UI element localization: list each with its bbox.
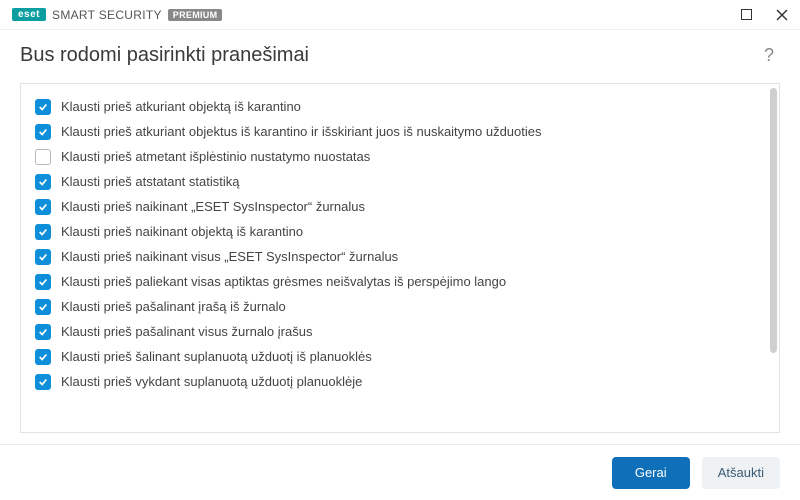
- checkbox[interactable]: [35, 174, 51, 190]
- list-item-label: Klausti prieš paliekant visas aptiktas g…: [61, 274, 506, 289]
- brand-main: SMART SECURITY: [52, 8, 162, 22]
- checkbox[interactable]: [35, 274, 51, 290]
- maximize-button[interactable]: [736, 5, 756, 25]
- checkbox[interactable]: [35, 299, 51, 315]
- checkbox[interactable]: [35, 199, 51, 215]
- list-item: Klausti prieš paliekant visas aptiktas g…: [35, 269, 765, 294]
- ok-button[interactable]: Gerai: [612, 457, 690, 489]
- list-item: Klausti prieš šalinant suplanuotą užduot…: [35, 344, 765, 369]
- list-item: Klausti prieš naikinant objektą iš karan…: [35, 219, 765, 244]
- list: Klausti prieš atkuriant objektą iš karan…: [21, 84, 779, 432]
- list-item-label: Klausti prieš pašalinant įrašą iš žurnal…: [61, 299, 286, 314]
- brand-badge: PREMIUM: [168, 9, 223, 21]
- window-controls: [736, 5, 792, 25]
- checkbox[interactable]: [35, 124, 51, 140]
- list-container: Klausti prieš atkuriant objektą iš karan…: [20, 83, 780, 433]
- list-item: Klausti prieš pašalinant įrašą iš žurnal…: [35, 294, 765, 319]
- help-icon[interactable]: ?: [758, 45, 780, 66]
- list-item: Klausti prieš atmetant išplėstinio nusta…: [35, 144, 765, 169]
- list-item: Klausti prieš atkuriant objektus iš kara…: [35, 119, 765, 144]
- list-item: Klausti prieš atstatant statistiką: [35, 169, 765, 194]
- checkbox[interactable]: [35, 249, 51, 265]
- list-item: Klausti prieš naikinant „ESET SysInspect…: [35, 194, 765, 219]
- footer: Gerai Atšaukti: [0, 444, 800, 500]
- list-item-label: Klausti prieš vykdant suplanuotą užduotį…: [61, 374, 362, 389]
- checkbox[interactable]: [35, 374, 51, 390]
- checkbox[interactable]: [35, 99, 51, 115]
- scrollbar-thumb[interactable]: [770, 88, 777, 353]
- checkbox[interactable]: [35, 224, 51, 240]
- checkbox[interactable]: [35, 324, 51, 340]
- list-item: Klausti prieš pašalinant visus žurnalo į…: [35, 319, 765, 344]
- list-item-label: Klausti prieš atkuriant objektus iš kara…: [61, 124, 542, 139]
- list-item-label: Klausti prieš atkuriant objektą iš karan…: [61, 99, 301, 114]
- checkbox[interactable]: [35, 149, 51, 165]
- list-item-label: Klausti prieš naikinant „ESET SysInspect…: [61, 199, 365, 214]
- list-item-label: Klausti prieš naikinant visus „ESET SysI…: [61, 249, 398, 264]
- list-item-label: Klausti prieš atstatant statistiką: [61, 174, 239, 189]
- titlebar: eset SMART SECURITY PREMIUM: [0, 0, 800, 30]
- list-item: Klausti prieš vykdant suplanuotą užduotį…: [35, 369, 765, 394]
- close-button[interactable]: [772, 5, 792, 25]
- list-item-label: Klausti prieš naikinant objektą iš karan…: [61, 224, 303, 239]
- list-item-label: Klausti prieš šalinant suplanuotą užduot…: [61, 349, 372, 364]
- scrollbar[interactable]: [770, 88, 777, 428]
- checkbox[interactable]: [35, 349, 51, 365]
- list-item-label: Klausti prieš atmetant išplėstinio nusta…: [61, 149, 370, 164]
- list-item-label: Klausti prieš pašalinant visus žurnalo į…: [61, 324, 312, 339]
- header: Bus rodomi pasirinkti pranešimai ?: [0, 30, 800, 77]
- cancel-button[interactable]: Atšaukti: [702, 457, 780, 489]
- page-title: Bus rodomi pasirinkti pranešimai: [20, 44, 309, 67]
- brand-block: eset SMART SECURITY PREMIUM: [12, 8, 222, 22]
- list-item: Klausti prieš naikinant visus „ESET SysI…: [35, 244, 765, 269]
- list-item: Klausti prieš atkuriant objektą iš karan…: [35, 94, 765, 119]
- brand-eset: eset: [12, 8, 46, 21]
